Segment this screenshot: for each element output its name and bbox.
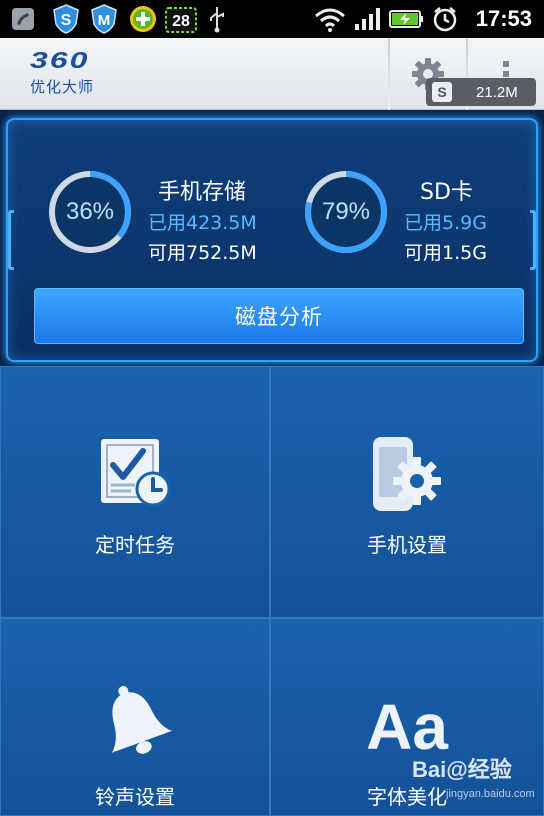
logo-subtitle: 优化大师 xyxy=(30,78,95,96)
battery-charging-icon xyxy=(388,4,426,34)
tile-phone-settings[interactable]: 手机设置 xyxy=(270,366,544,618)
app-logo: 360 优化大师 xyxy=(30,48,94,97)
phone-storage-gauge: 36% xyxy=(46,168,134,256)
tile-scheduled-tasks[interactable]: 定时任务 xyxy=(0,366,270,618)
watermark-sub: jingyan.baidu.com xyxy=(446,788,535,800)
status-time: 17:53 xyxy=(475,6,532,31)
memory-badge[interactable]: S 21.2M xyxy=(426,78,536,106)
watermark-main: Bai@经验 xyxy=(412,757,512,782)
missed-call-icon xyxy=(8,4,38,34)
sd-storage-gauge: 79% xyxy=(302,168,390,256)
sd-storage-title: SD卡 xyxy=(420,180,473,205)
bell-icon xyxy=(95,683,175,767)
usb-icon xyxy=(205,4,229,34)
panel-bracket-left xyxy=(8,210,14,270)
svg-text:M: M xyxy=(98,12,111,29)
watermark: Bai@经验 jingyan.baidu.com xyxy=(412,748,535,808)
battery-28-label: 28 xyxy=(172,13,190,30)
sd-storage-percent: 79% xyxy=(321,198,371,225)
memory-value: 21.2M xyxy=(476,83,518,101)
360-s-icon: S xyxy=(432,82,452,102)
app-screen: S M 28 17:53 360 优化大师 S 21.2M 36% 手机存储 已… xyxy=(0,0,544,816)
plus-icon xyxy=(127,4,159,34)
storage-panel-area: 36% 手机存储 已用423.5M 可用752.5M 79% SD卡 已用5.9… xyxy=(0,110,544,368)
sd-storage-used: 已用5.9G xyxy=(404,212,487,234)
phone-settings-icon xyxy=(369,435,445,519)
disk-analysis-button[interactable]: 磁盘分析 xyxy=(34,288,524,344)
tile-label-phone-settings: 手机设置 xyxy=(367,533,447,557)
phone-storage-used: 已用423.5M xyxy=(148,212,257,234)
signal-icon xyxy=(352,4,384,34)
phone-storage-available: 可用752.5M xyxy=(148,242,257,264)
status-bar: S M 28 17:53 xyxy=(0,0,544,38)
tile-label-ringtone-settings: 铃声设置 xyxy=(95,785,175,809)
tile-label-scheduled-tasks: 定时任务 xyxy=(95,533,175,557)
360-shield-m-icon: M xyxy=(88,4,120,34)
svg-text:S: S xyxy=(61,12,72,29)
battery-28-icon: 28 xyxy=(164,4,198,34)
wifi-icon xyxy=(313,4,347,34)
app-header: 360 优化大师 S 21.2M xyxy=(0,38,544,110)
storage-panel: 36% 手机存储 已用423.5M 可用752.5M 79% SD卡 已用5.9… xyxy=(6,118,538,362)
tile-ringtone-settings[interactable]: 铃声设置 xyxy=(0,618,270,816)
scheduled-task-icon xyxy=(95,435,175,515)
sd-storage-available: 可用1.5G xyxy=(404,242,487,264)
alarm-icon xyxy=(430,4,460,34)
phone-storage-title: 手机存储 xyxy=(158,180,247,205)
360-shield-s-icon: S xyxy=(50,4,82,34)
logo-number: 360 xyxy=(30,47,90,74)
panel-bracket-right xyxy=(530,210,536,270)
phone-storage-percent: 36% xyxy=(65,198,115,225)
